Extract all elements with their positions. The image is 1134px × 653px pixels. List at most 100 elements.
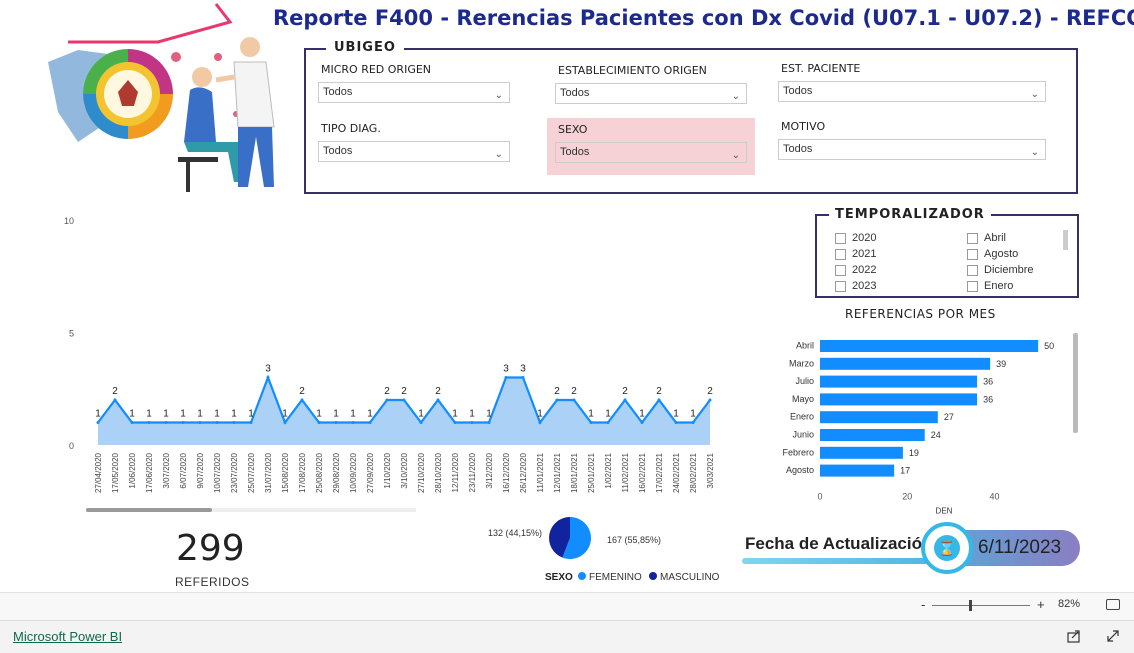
month-label: Diciembre [984,264,1034,276]
bar[interactable] [820,340,1039,352]
x-tick-label: 27/10/2020 [417,452,426,493]
area-data-label: 2 [554,386,560,397]
area-point[interactable] [538,421,542,424]
area-point[interactable] [96,421,100,424]
area-point[interactable] [589,421,593,424]
area-point[interactable] [164,421,168,424]
area-point[interactable] [572,398,576,402]
x-tick-label: 1/06/2020 [128,452,137,488]
year-label: 2021 [852,248,877,260]
area-point[interactable] [317,421,321,424]
area-data-label: 1 [180,409,186,420]
x-tick-label: 17/05/2020 [111,452,120,493]
bar[interactable] [820,411,938,424]
share-icon[interactable] [1067,629,1081,643]
area-point[interactable] [419,421,423,424]
zoom-slider[interactable] [932,600,1030,611]
year-option-2021[interactable]: 2021 [835,246,876,262]
area-point[interactable] [249,421,253,424]
fullscreen-icon[interactable] [1106,629,1120,643]
area-point[interactable] [657,398,661,402]
year-option-2020[interactable]: 2020 [835,230,876,246]
bar[interactable] [820,464,895,477]
area-point[interactable] [708,398,712,402]
tipo-diag-dropdown[interactable]: Todos ⌄ [318,141,510,162]
year-label: 2023 [852,280,877,292]
fit-to-page-icon[interactable] [1106,599,1120,610]
area-point[interactable] [300,398,304,402]
x-tick-label: 17/06/2020 [145,452,154,493]
x-tick-label: 28/02/2021 [689,452,698,493]
zoom-in-button[interactable]: + [1037,597,1045,612]
zoom-slider-handle[interactable] [969,600,972,611]
sexo-dropdown[interactable]: Todos ⌄ [555,142,747,163]
referrals-area-chart: 10 5 0 1 27/04/2020 2 17/05/2020 1 1/06/2020 1 17/… [64,216,715,493]
y-tick-label: 10 [64,216,74,226]
bar-category-label: Marzo [789,358,814,368]
establecimiento-origen-dropdown[interactable]: Todos ⌄ [555,83,747,104]
checkbox-icon [835,280,846,292]
area-point[interactable] [640,421,644,424]
year-option-2023[interactable]: 2023 [835,278,876,294]
area-point[interactable] [623,398,627,402]
month-option-enero[interactable]: Enero [967,278,1034,294]
micro-red-origen-dropdown[interactable]: Todos ⌄ [318,82,510,103]
est-paciente-dropdown[interactable]: Todos ⌄ [778,81,1046,102]
area-point[interactable] [147,421,151,424]
checkbox-icon [967,280,978,292]
area-point[interactable] [402,398,406,402]
area-point[interactable] [487,421,491,424]
area-chart-scrollbar[interactable] [86,508,416,512]
bar-data-label: 24 [931,430,941,440]
powerbi-link[interactable]: Microsoft Power BI [13,629,122,644]
temporalizador-scrollbar[interactable] [1063,230,1068,250]
area-data-label: 1 [129,409,135,420]
year-option-2022[interactable]: 2022 [835,262,876,278]
motivo-dropdown[interactable]: Todos ⌄ [778,139,1046,160]
x-tick-label: 25/01/2021 [587,452,596,493]
area-point[interactable] [198,421,202,424]
area-point[interactable] [555,398,559,402]
legend-label: FEMENINO [589,572,642,583]
area-point[interactable] [453,421,457,424]
year-list: 2020 2021 2022 2023 [835,230,876,294]
month-option-agosto[interactable]: Agosto [967,246,1034,262]
area-point[interactable] [181,421,185,424]
bar[interactable] [820,357,991,370]
area-point[interactable] [385,398,389,402]
area-point[interactable] [283,421,287,424]
bar-chart-scrollbar[interactable] [1073,333,1078,433]
area-point[interactable] [470,421,474,424]
month-option-abril[interactable]: Abril [967,230,1034,246]
area-point[interactable] [691,421,695,424]
area-point[interactable] [674,421,678,424]
x-tick-label: 1/10/2020 [383,452,392,488]
fecha-value: 6/11/2023 [978,537,1062,558]
month-option-diciembre[interactable]: Diciembre [967,262,1034,278]
area-point[interactable] [130,421,134,424]
area-point[interactable] [113,398,117,402]
area-point[interactable] [504,376,508,379]
area-point[interactable] [266,376,270,379]
chevron-down-icon: ⌄ [731,91,740,102]
bar-chart-title: REFERENCIAS POR MES [845,307,996,321]
area-point[interactable] [521,376,525,379]
area-point[interactable] [368,421,372,424]
area-chart-scroll-thumb[interactable] [86,508,212,512]
area-data-label: 1 [469,409,475,420]
area-point[interactable] [334,421,338,424]
bar[interactable] [820,446,903,459]
bar[interactable] [820,375,978,388]
area-data-label: 1 [486,409,492,420]
area-point[interactable] [436,398,440,402]
area-data-label: 2 [707,386,713,397]
area-point[interactable] [351,421,355,424]
x-tick-label: 9/07/2020 [196,452,205,488]
bar[interactable] [820,429,925,441]
area-point[interactable] [606,421,610,424]
zoom-out-button[interactable]: - [921,597,925,612]
area-point[interactable] [232,421,236,424]
bar[interactable] [820,393,978,406]
area-point[interactable] [215,421,219,424]
x-tick-label: 10/09/2020 [349,452,358,493]
